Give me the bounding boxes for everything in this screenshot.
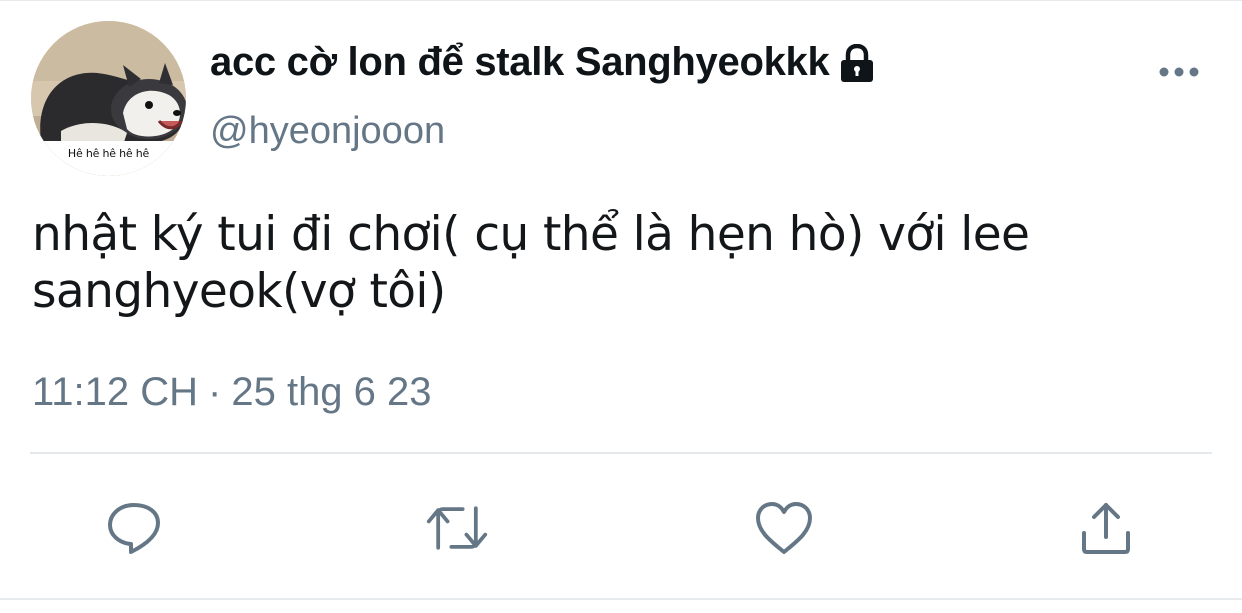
- more-horizontal-icon[interactable]: [1158, 62, 1200, 82]
- share-button[interactable]: [1074, 496, 1138, 560]
- tweet-card: Hê hê hê hê hê acc cờ lon để stalk Sangh…: [0, 0, 1242, 613]
- reply-button[interactable]: [102, 496, 166, 560]
- author-handle[interactable]: @hyeonjooon: [210, 110, 445, 153]
- bottom-divider: [0, 598, 1242, 600]
- tweet-timestamp[interactable]: 11:12 CH · 25 thg 6 23: [32, 370, 432, 415]
- share-icon: [1082, 503, 1130, 554]
- retweet-icon: [426, 506, 488, 550]
- heart-icon: [756, 502, 812, 554]
- meta-separator: ·: [208, 370, 222, 414]
- top-divider: [0, 0, 1242, 1]
- tweet-text: nhật ký tui đi chơi( cụ thể là hẹn hò) v…: [32, 207, 1030, 319]
- tweet-date: 25 thg 6 23: [231, 370, 432, 414]
- avatar[interactable]: Hê hê hê hê hê: [31, 21, 186, 176]
- tweet-time: 11:12 CH: [32, 370, 199, 414]
- display-name[interactable]: acc cờ lon để stalk Sanghyeokkk: [210, 40, 875, 85]
- lock-icon: [839, 43, 875, 84]
- retweet-button[interactable]: [425, 496, 489, 560]
- reply-icon: [108, 503, 160, 554]
- actions-divider: [30, 452, 1212, 454]
- avatar-caption: Hê hê hê hê hê: [67, 147, 150, 160]
- display-name-text: acc cờ lon để stalk Sanghyeokkk: [210, 40, 830, 84]
- like-button[interactable]: [752, 496, 816, 560]
